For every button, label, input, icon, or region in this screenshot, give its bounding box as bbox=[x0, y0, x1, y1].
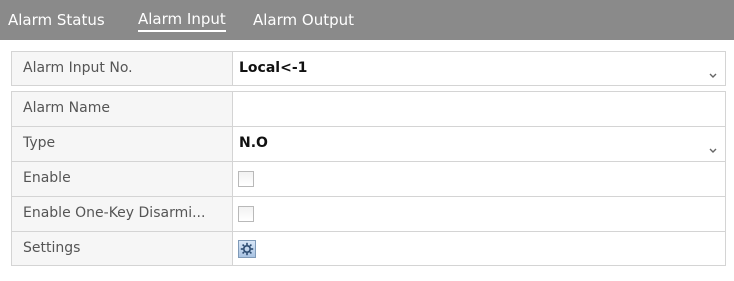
alarm-input-no-select[interactable]: Local<-1 bbox=[233, 52, 725, 85]
chevron-down-icon bbox=[707, 61, 719, 78]
settings-value-cell bbox=[233, 232, 725, 265]
alarm-name-input[interactable] bbox=[233, 92, 725, 126]
alarm-input-no-value: Local<-1 bbox=[239, 60, 308, 76]
alarm-name-row: Alarm Name bbox=[11, 91, 726, 126]
tab-alarm-output[interactable]: Alarm Output bbox=[253, 0, 354, 40]
enable-one-key-disarm-row: Enable One-Key Disarmi... bbox=[11, 196, 726, 231]
enable-label: Enable bbox=[12, 162, 233, 196]
settings-row: Settings bbox=[11, 231, 726, 266]
enable-one-key-disarm-label: Enable One-Key Disarmi... bbox=[12, 197, 233, 231]
tab-alarm-status-label: Alarm Status bbox=[8, 11, 105, 29]
settings-button[interactable] bbox=[238, 240, 256, 258]
enable-checkbox[interactable] bbox=[238, 171, 254, 187]
type-row: Type N.O bbox=[11, 126, 726, 161]
tab-alarm-input-label: Alarm Input bbox=[138, 10, 226, 32]
type-label: Type bbox=[12, 127, 233, 161]
type-select[interactable]: N.O bbox=[233, 127, 725, 161]
type-value: N.O bbox=[239, 135, 268, 151]
alarm-name-label: Alarm Name bbox=[12, 92, 233, 126]
tab-alarm-status[interactable]: Alarm Status bbox=[8, 0, 105, 40]
enable-value-cell bbox=[233, 162, 725, 196]
enable-one-key-disarm-value-cell bbox=[233, 197, 725, 231]
chevron-down-icon bbox=[707, 136, 719, 153]
settings-label: Settings bbox=[12, 232, 233, 265]
enable-one-key-disarm-checkbox[interactable] bbox=[238, 206, 254, 222]
alarm-input-no-label: Alarm Input No. bbox=[12, 52, 233, 85]
tab-alarm-input[interactable]: Alarm Input bbox=[138, 0, 226, 40]
tab-bar: Alarm Status Alarm Input Alarm Output bbox=[0, 0, 734, 40]
tab-alarm-output-label: Alarm Output bbox=[253, 11, 355, 29]
enable-row: Enable bbox=[11, 161, 726, 196]
alarm-input-no-row: Alarm Input No. Local<-1 bbox=[11, 51, 726, 86]
